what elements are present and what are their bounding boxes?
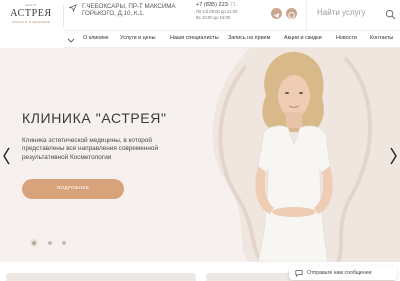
nav-item-specialists[interactable]: Наши специалисты	[170, 35, 219, 41]
doctor-portrait-image	[255, 51, 333, 262]
phone-number[interactable]: +7 (835) 223-71	[196, 2, 266, 9]
nav-item-services[interactable]: Услуги и цены	[120, 35, 155, 41]
slide-dot-3[interactable]	[62, 241, 66, 245]
logo-top-line: ЦЕНТР	[25, 3, 37, 7]
message-widget[interactable]: Отправьте нам сообщение	[289, 266, 397, 280]
nav-item-about[interactable]: О клинике	[83, 35, 109, 41]
location-arrow-icon	[69, 4, 77, 12]
phone-main: +7 (835) 223	[196, 2, 228, 8]
content-strip: Отправьте нам сообщение	[0, 262, 400, 281]
search-input[interactable]: Найти услугу	[317, 8, 366, 17]
next-slide-arrow-icon[interactable]	[389, 147, 398, 165]
hero-slider: КЛИНИКА "АСТРЕЯ" Клиника эстетической ме…	[0, 48, 400, 262]
nav-item-appointment[interactable]: Запись на прием	[228, 35, 270, 41]
search-box[interactable]: Найти услугу	[306, 0, 400, 30]
prev-slide-arrow-icon[interactable]	[2, 147, 11, 165]
search-icon[interactable]	[385, 9, 396, 20]
chat-bubble-icon	[295, 270, 303, 277]
nav-item-promotions[interactable]: Акции и скидки	[284, 35, 322, 41]
logo-tagline: КРАСОТЫ И ЗДОРОВЬЯ	[11, 20, 51, 24]
hero-description: Клиника эстетической медицины, в которой…	[22, 137, 159, 161]
logo-name: АСТРЕЯ	[10, 8, 52, 19]
phone-faded: -71	[227, 2, 236, 8]
nav-item-contacts[interactable]: Контакты	[370, 35, 393, 41]
promo-card[interactable]	[6, 273, 196, 281]
more-button[interactable]: ПОДРОБНЕЕ	[22, 179, 124, 199]
telegram-glyph-icon	[273, 13, 280, 18]
contacts: +7 (835) 223-71 Пн-Сб 09:00 до 21:00 Вс …	[196, 2, 266, 20]
address-text: Г.ЧЕБОКСАРЫ, ПР-Т МАКСИМА ГОРЬКОГО, Д.10…	[82, 3, 176, 18]
whatsapp-icon[interactable]	[286, 8, 297, 19]
main-nav: О клинике Услуги и цены Наши специалисты…	[64, 30, 400, 48]
slide-dot-2[interactable]	[48, 241, 52, 245]
header-divider	[63, 5, 64, 27]
slide-dot-1[interactable]	[32, 241, 36, 245]
hours-sunday: Вс 10:00 до 16:00	[196, 14, 231, 20]
logo[interactable]: ЦЕНТР АСТРЕЯ КРАСОТЫ И ЗДОРОВЬЯ	[6, 2, 56, 30]
slider-pagination	[30, 239, 70, 247]
message-widget-label: Отправьте нам сообщение	[307, 270, 372, 276]
whatsapp-glyph-icon	[288, 12, 295, 19]
site-header: ЦЕНТР АСТРЕЯ КРАСОТЫ И ЗДОРОВЬЯ Г.ЧЕБОКС…	[0, 0, 400, 30]
hero-title: КЛИНИКА "АСТРЕЯ"	[22, 110, 167, 126]
telegram-icon[interactable]	[271, 8, 282, 19]
chevron-down-icon	[67, 38, 75, 43]
nav-item-news[interactable]: Новости	[336, 35, 357, 41]
